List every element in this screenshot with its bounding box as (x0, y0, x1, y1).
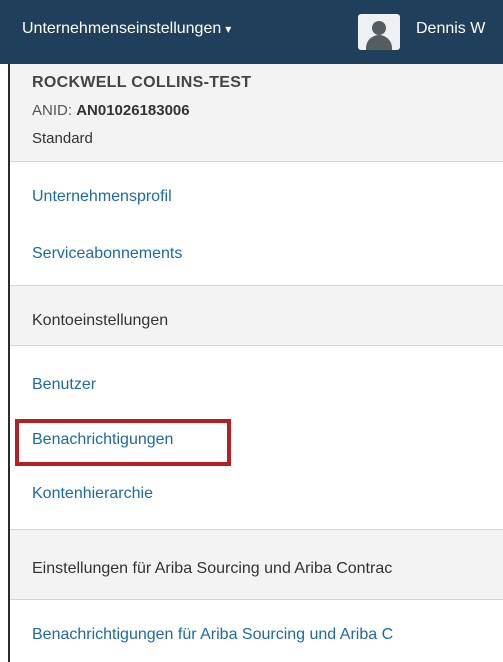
company-name: ROCKWELL COLLINS-TEST (32, 74, 252, 91)
highlight-box (15, 419, 231, 466)
section-label-ariba-settings: Einstellungen für Ariba Sourcing und Ari… (32, 560, 393, 577)
menu-link-ariba-notifications[interactable]: Benachrichtigungen für Ariba Sourcing un… (32, 626, 393, 644)
company-settings-menu-button[interactable]: Unternehmenseinstellungen ▾ (22, 20, 231, 46)
account-plan: Standard (32, 130, 93, 147)
user-avatar-icon (358, 14, 400, 50)
caret-down-icon: ▾ (225, 22, 232, 36)
top-navigation-bar: Unternehmenseinstellungen ▾ Dennis W (0, 0, 503, 64)
company-settings-dropdown: ROCKWELL COLLINS-TEST ANID: AN0102618300… (8, 64, 503, 662)
anid-line: ANID: AN01026183006 (32, 102, 190, 119)
menu-link-service-subscriptions[interactable]: Serviceabonnements (32, 245, 182, 263)
section-label-account-settings: Kontoeinstellungen (32, 312, 169, 329)
account-info-header: ROCKWELL COLLINS-TEST ANID: AN0102618300… (10, 64, 503, 162)
company-settings-menu-label: Unternehmenseinstellungen (22, 20, 222, 37)
anid-label: ANID: (32, 102, 73, 119)
section-ariba-settings: Einstellungen für Ariba Sourcing und Ari… (10, 529, 503, 600)
anid-value: AN01026183006 (76, 102, 190, 119)
menu-link-users[interactable]: Benutzer (32, 376, 96, 394)
user-name: Dennis W (416, 20, 486, 37)
section-account-settings: Kontoeinstellungen (10, 285, 503, 346)
menu-link-company-profile[interactable]: Unternehmensprofil (32, 188, 172, 206)
menu-link-account-hierarchy[interactable]: Kontenhierarchie (32, 485, 153, 503)
